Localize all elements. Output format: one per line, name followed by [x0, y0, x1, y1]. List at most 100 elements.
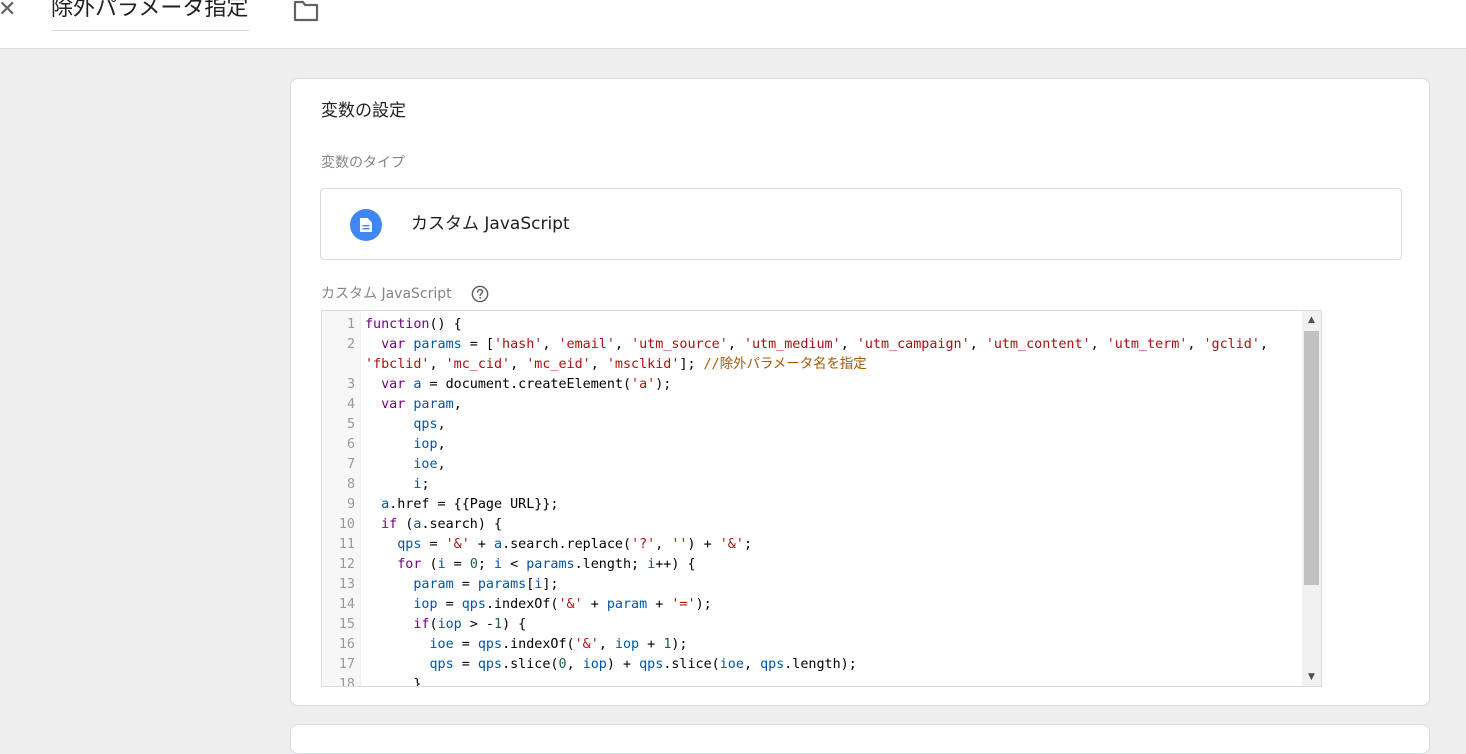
close-icon[interactable]: ✕ [0, 0, 18, 22]
code-token: param [606, 597, 648, 612]
scroll-up-arrow-icon[interactable]: ▲ [1302, 311, 1321, 329]
code-token: //除外パラメータ名を指定 [703, 357, 867, 372]
code-token: 'a' [631, 377, 656, 392]
variable-config-card: 変数の設定 変数のタイプ カスタム JavaScript カスタム JavaSc… [290, 78, 1430, 706]
code-token: ); [655, 377, 672, 392]
code-token: + [647, 597, 672, 612]
code-token: ; [421, 477, 430, 492]
code-editor[interactable]: 1 function() {2 var params = ['hash', 'em… [321, 310, 1322, 687]
code-token: '=' [671, 597, 696, 612]
code-token: ( [397, 517, 414, 532]
editor-scrollbar[interactable]: ▲ ▼ [1302, 311, 1321, 686]
code-text: qps = '&' + a.search.replace('?', '') + … [365, 535, 1285, 555]
code-token: .indexOf( [502, 637, 575, 652]
code-token: ++) { [655, 557, 696, 572]
code-text: qps = qps.slice(0, iop) + qps.slice(ioe,… [365, 655, 1285, 675]
code-line[interactable]: 9 a.href = {{Page URL}}; [322, 495, 1302, 515]
code-line[interactable]: 10 if (a.search) { [322, 515, 1302, 535]
code-line[interactable]: 15 if(iop > -1) { [322, 615, 1302, 635]
help-icon[interactable] [471, 285, 489, 303]
code-token: 'utm_term' [1106, 337, 1188, 352]
code-token: if [381, 517, 398, 532]
folder-icon[interactable] [293, 0, 319, 22]
code-line[interactable]: 16 ioe = qps.indexOf('&', iop + 1); [322, 635, 1302, 655]
code-text: var params = ['hash', 'email', 'utm_sour… [365, 335, 1285, 375]
code-line[interactable]: 8 i; [322, 475, 1302, 495]
line-number: 10 [338, 517, 355, 532]
variable-type-selector[interactable]: カスタム JavaScript [320, 188, 1402, 260]
code-text: var param, [365, 395, 1285, 415]
code-token: = [453, 577, 478, 592]
code-token: qps [477, 657, 503, 672]
line-number: 3 [346, 377, 355, 392]
code-token: ) + [687, 537, 720, 552]
code-line[interactable]: 6 iop, [322, 435, 1302, 455]
code-token: var [381, 397, 406, 412]
line-number: 14 [338, 597, 355, 612]
top-bar: ✕ 除外パラメータ指定 [0, 0, 1466, 49]
code-token: , [542, 337, 559, 352]
scroll-thumb[interactable] [1304, 331, 1319, 585]
variable-name-field[interactable]: 除外パラメータ指定 [51, 0, 251, 31]
code-token: ; [477, 557, 494, 572]
code-token: , [510, 357, 527, 372]
line-number: 9 [346, 497, 355, 512]
code-token: function [365, 317, 430, 332]
code-token: param [413, 397, 454, 412]
code-line[interactable]: 14 iop = qps.indexOf('&' + param + '='); [322, 595, 1302, 615]
code-token: param [413, 577, 454, 592]
code-token: ); [671, 637, 688, 652]
code-line[interactable]: 18 } [322, 675, 1302, 687]
code-text: ioe = qps.indexOf('&', iop + 1); [365, 635, 1285, 655]
line-number: 2 [346, 337, 355, 352]
code-text: qps, [365, 415, 1285, 435]
code-token: 'fbclid' [365, 357, 430, 372]
code-token: a [494, 537, 503, 552]
line-number: 18 [338, 677, 355, 687]
code-line[interactable]: 17 qps = qps.slice(0, iop) + qps.slice(i… [322, 655, 1302, 675]
code-line[interactable]: 12 for (i = 0; i < params.length; i++) { [322, 555, 1302, 575]
code-line[interactable]: 3 var a = document.createElement('a'); [322, 375, 1302, 395]
code-token: , [437, 417, 446, 432]
code-text: ioe, [365, 455, 1285, 475]
code-line[interactable]: 4 var param, [322, 395, 1302, 415]
code-token: = [ [461, 337, 494, 352]
code-token: ]; [542, 577, 559, 592]
code-token: .length; [574, 557, 648, 572]
line-number: 5 [346, 417, 355, 432]
code-token: = [437, 597, 462, 612]
code-token: , [566, 657, 583, 672]
code-token: var [381, 337, 406, 352]
code-token: = [453, 637, 478, 652]
line-number: 11 [338, 537, 355, 552]
code-token: .slice( [502, 657, 559, 672]
code-line[interactable]: 5 qps, [322, 415, 1302, 435]
code-token: 'msclkid' [606, 357, 680, 372]
code-token: , [727, 337, 744, 352]
line-number: 15 [338, 617, 355, 632]
code-line[interactable]: 13 param = params[i]; [322, 575, 1302, 595]
code-token: qps [477, 637, 503, 652]
code-line[interactable]: 11 qps = '&' + a.search.replace('?', '')… [322, 535, 1302, 555]
code-content[interactable]: 1 function() {2 var params = ['hash', 'em… [322, 315, 1302, 687]
code-token: 'utm_content' [985, 337, 1091, 352]
code-line[interactable]: 7 ioe, [322, 455, 1302, 475]
code-token: , [969, 337, 986, 352]
line-number: 8 [346, 477, 355, 492]
scroll-down-arrow-icon[interactable]: ▼ [1302, 668, 1321, 686]
line-number: 13 [338, 577, 355, 592]
code-token: i [494, 557, 503, 572]
code-token: var [381, 377, 406, 392]
code-line[interactable]: 1 function() { [322, 315, 1302, 335]
code-line[interactable]: 2 var params = ['hash', 'email', 'utm_so… [322, 335, 1302, 375]
code-token: , [840, 337, 857, 352]
